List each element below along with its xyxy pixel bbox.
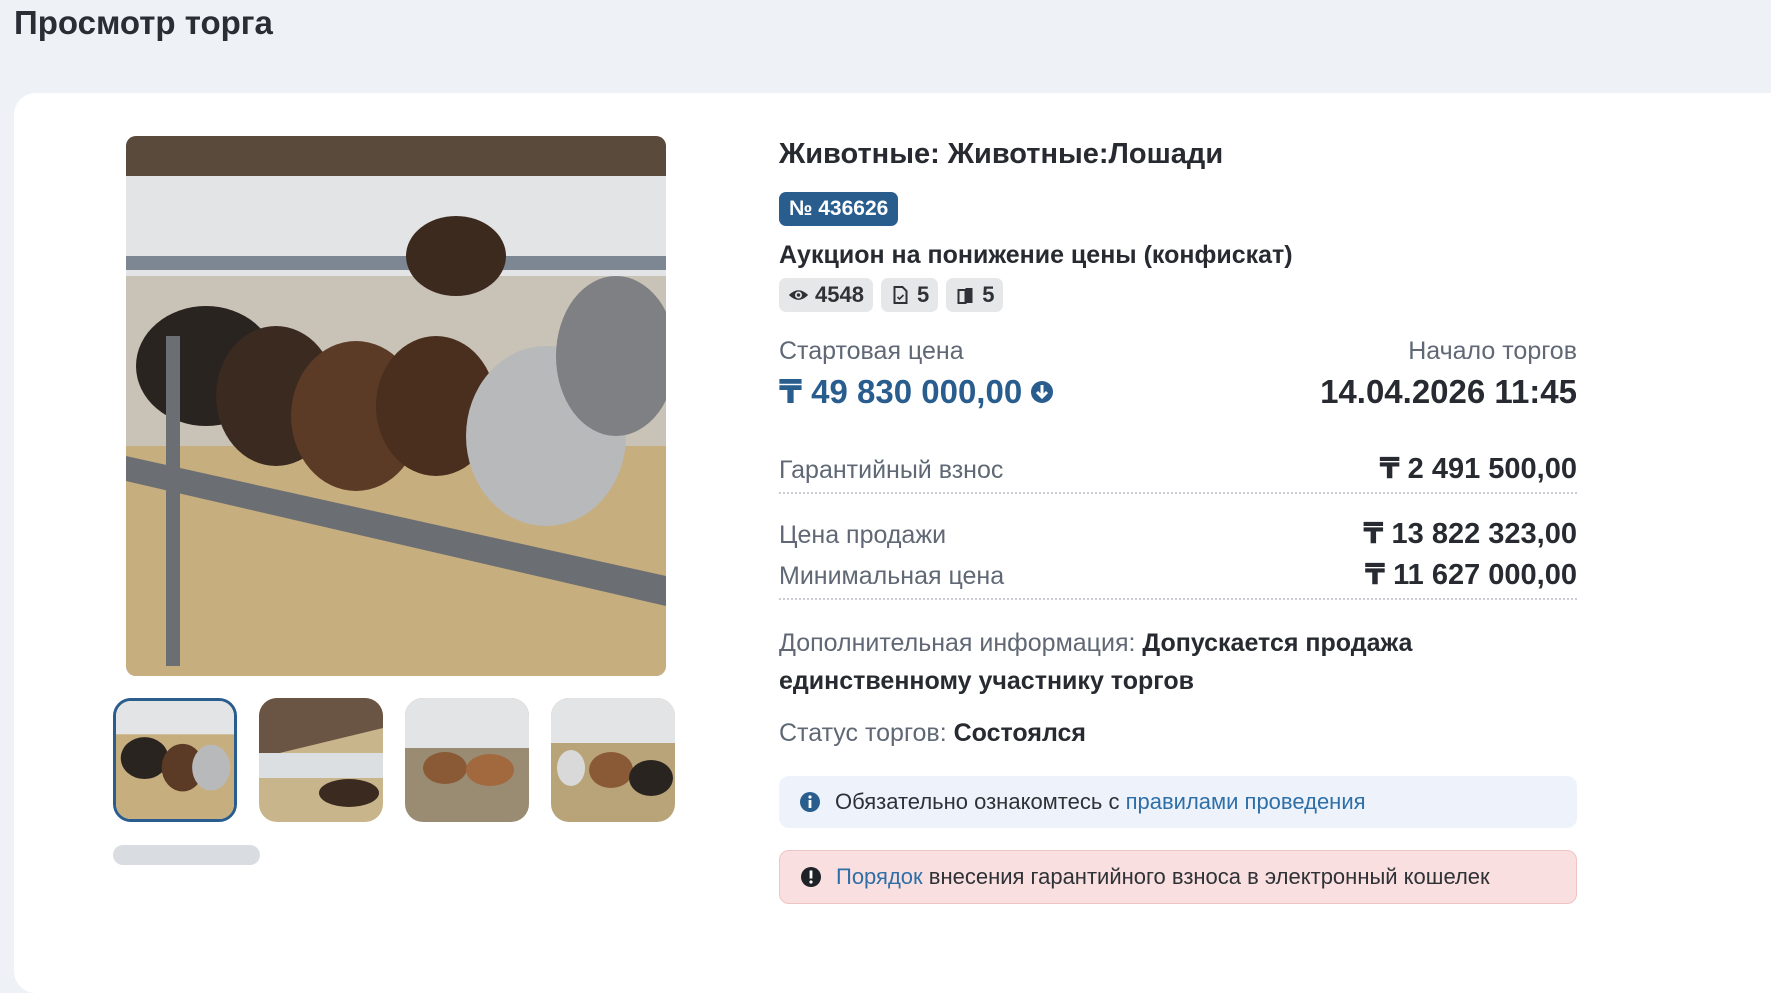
eye-icon [788,290,809,300]
bid-icon [957,288,973,304]
thumbnail-image [405,698,529,822]
price-header-row: Стартовая цена Начало торгов [779,336,1577,366]
min-price-value: ₸ 11 627 000,00 [1364,559,1577,591]
start-date-label: Начало торгов [1408,337,1577,365]
additional-info-label: Дополнительная информация: [779,629,1136,657]
lot-number-badge: № 436626 [779,192,899,226]
document-icon [893,286,908,304]
page-title: Просмотр торга [14,4,273,41]
guarantee-order-text: Порядок внесения гарантийного взноса в э… [836,864,1490,890]
auction-type: Аукцион на понижение цены (конфискат) [779,241,1293,269]
rules-prefix: Обязательно ознакомтесь с [835,789,1120,814]
guarantee-row: Гарантийный взнос ₸ 2 491 500,00 [779,451,1577,494]
info-icon [801,867,821,887]
order-suffix: внесения гарантийного взноса в электронн… [928,864,1490,889]
lot-stats: 4548 5 5 [779,278,1577,312]
lot-category: Животные: Животные:Лошади [779,138,1224,170]
guarantee-label: Гарантийный взнос [779,456,1004,484]
thumbnail-4[interactable] [551,698,675,822]
thumbnail-3[interactable] [405,698,529,822]
min-price-label: Минимальная цена [779,562,1005,590]
rules-notice: Обязательно ознакомтесь с правилами пров… [779,776,1577,828]
thumbnail-scrollbar[interactable] [113,845,260,865]
thumbnail-image [551,698,675,822]
additional-info: Дополнительная информация: Допускается п… [779,624,1577,700]
thumbnail-2[interactable] [259,698,383,822]
thumbnail-image [116,701,234,819]
status-label: Статус торгов: [779,719,947,747]
views-count: 4548 [779,278,873,312]
documents-count: 5 [880,278,939,312]
bids-value: 5 [982,282,995,307]
rules-notice-text: Обязательно ознакомтесь с правилами пров… [835,789,1366,815]
price-main-row: ₸ 49 830 000,00 14.04.2026 11:45 [779,372,1577,411]
bids-count: 5 [946,278,1004,312]
lot-info: Животные: Животные:Лошади № 436626 Аукци… [779,136,1577,904]
sale-price-row: Цена продажи ₸ 13 822 323,00 [779,516,1577,551]
main-photo[interactable] [126,136,666,676]
guarantee-order-notice: Порядок внесения гарантийного взноса в э… [779,850,1577,904]
sale-price-value: ₸ 13 822 323,00 [1363,518,1577,550]
down-arrow-circle-icon[interactable] [1030,380,1054,404]
status-value: Состоялся [953,719,1086,747]
sale-price-label: Цена продажи [779,521,947,549]
start-date-value: 14.04.2026 11:45 [1320,372,1577,410]
guarantee-value: ₸ 2 491 500,00 [1379,453,1577,485]
views-value: 4548 [815,282,864,307]
order-link[interactable]: Порядок [836,864,923,889]
min-price-row: Минимальная цена ₸ 11 627 000,00 [779,557,1577,600]
thumbnail-1[interactable] [113,698,237,822]
thumbnail-strip [113,698,675,822]
rules-link[interactable]: правилами проведения [1126,789,1366,814]
start-price: ₸ 49 830 000,00 [779,372,1054,411]
thumbnail-image [259,698,383,822]
start-price-label: Стартовая цена [779,337,964,365]
info-icon [800,792,820,812]
start-price-value: ₸ 49 830 000,00 [779,373,1023,410]
auction-status: Статус торгов: Состоялся [779,714,1577,752]
documents-value: 5 [916,282,930,307]
horses-photo-image [126,136,666,676]
